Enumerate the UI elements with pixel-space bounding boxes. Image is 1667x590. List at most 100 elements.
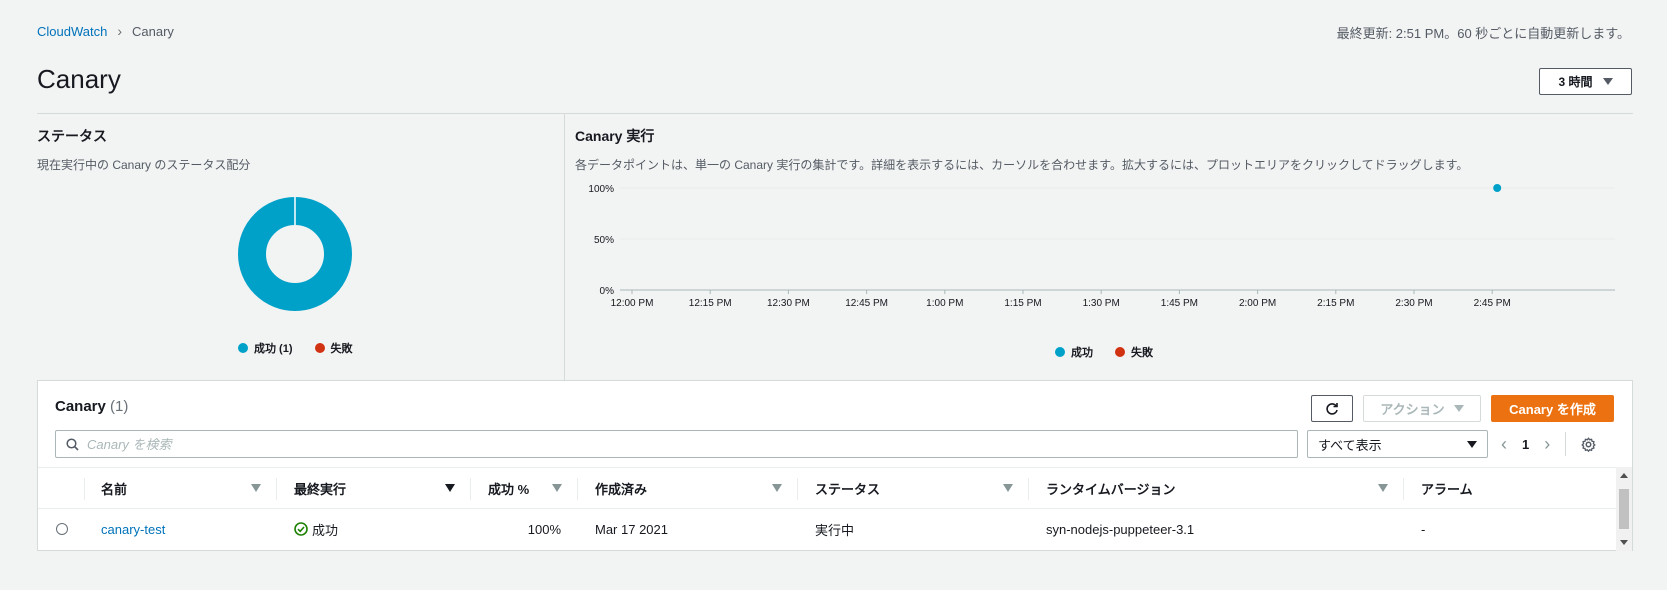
x-tick-label: 12:15 PM [689, 298, 732, 309]
data-point-成功 [1493, 184, 1502, 192]
legend-label: 失敗 [330, 343, 353, 355]
page-title: Canary [37, 64, 121, 94]
divider [1565, 432, 1567, 456]
refresh-button[interactable] [1311, 395, 1353, 422]
table-title: Canary (1) [55, 398, 128, 415]
column-header-status[interactable]: ステータス [798, 468, 1029, 508]
legend-item-success[interactable]: 成功 [1055, 344, 1093, 360]
x-tick-label: 2:45 PM [1474, 298, 1511, 309]
canary-runs-panel: Canary 実行 各データポイントは、単一の Canary 実行の集計です。詳… [575, 114, 1633, 380]
legend-item-failed[interactable]: 失敗 [1115, 344, 1153, 360]
column-label: ステータス [815, 481, 881, 497]
actions-dropdown[interactable]: アクション [1363, 395, 1481, 422]
breadcrumb: CloudWatch › Canary [37, 23, 174, 39]
column-label: 名前 [101, 481, 128, 497]
page-number[interactable]: 1 [1522, 437, 1529, 452]
table-title-text: Canary [55, 398, 106, 415]
y-tick-label: 50% [594, 235, 614, 246]
alarm-text: - [1421, 521, 1426, 537]
table-header: 名前 最終実行 成功 % 作成済み ステータス ランタイムバージョン アラーム [38, 467, 1617, 509]
column-label: ランタイムバージョン [1046, 481, 1176, 497]
y-tick-label: 100% [588, 184, 614, 195]
row-radio-button[interactable] [55, 523, 68, 535]
column-header-name[interactable]: 名前 [85, 468, 277, 508]
canary-table-panel: Canary (1) アクション Canary を作成 すべて表示 ‹ 1 › [37, 380, 1633, 551]
scrollbar-thumb[interactable] [1619, 489, 1629, 529]
last-updated-text: 最終更新: 2:51 PM。60 秒ごとに自動更新します。 [1336, 26, 1630, 41]
x-tick-label: 2:30 PM [1395, 298, 1432, 309]
x-tick-label: 2:00 PM [1239, 298, 1276, 309]
success-check-icon [294, 522, 308, 536]
filter-value: すべて表示 [1318, 437, 1382, 453]
time-range-dropdown[interactable]: 3 時間 [1539, 68, 1632, 95]
y-tick-label: 0% [600, 286, 615, 297]
sort-icon [772, 484, 782, 492]
x-tick-label: 12:30 PM [767, 298, 810, 309]
runs-panel-title: Canary 実行 [575, 128, 655, 144]
status-donut-chart[interactable] [235, 194, 355, 314]
status-panel: ステータス 現在実行中の Canary のステータス配分 成功 (1) 失敗 [37, 114, 565, 380]
status-text: 実行中 [815, 522, 855, 538]
success-pct-text: 100% [527, 521, 561, 537]
x-tick-label: 2:15 PM [1317, 298, 1354, 309]
breadcrumb-current: Canary [132, 23, 174, 39]
canary-name-link[interactable]: canary-test [101, 522, 165, 537]
scroll-up-icon[interactable] [1620, 473, 1628, 478]
time-range-label: 3 時間 [1558, 75, 1593, 89]
x-tick-label: 12:00 PM [611, 298, 654, 309]
search-box [55, 430, 1298, 458]
column-label: 最終実行 [294, 481, 347, 497]
column-header-last-run[interactable]: 最終実行 [277, 468, 471, 508]
created-cell: Mar 17 2021 [578, 509, 798, 549]
x-tick-label: 1:00 PM [926, 298, 963, 309]
filter-select[interactable]: すべて表示 [1307, 430, 1488, 458]
breadcrumb-cloudwatch-link[interactable]: CloudWatch [37, 24, 107, 39]
column-header-alarm[interactable]: アラーム [1404, 468, 1617, 508]
gear-icon[interactable] [1581, 436, 1596, 452]
status-cell: 実行中 [798, 509, 1029, 549]
x-tick-label: 1:45 PM [1161, 298, 1198, 309]
search-input[interactable] [87, 436, 1267, 452]
name-cell: canary-test [85, 509, 277, 549]
column-label: アラーム [1421, 481, 1473, 497]
runs-legend: 成功 失敗 [1055, 344, 1153, 360]
create-canary-button[interactable]: Canary を作成 [1491, 395, 1614, 422]
prev-page-icon[interactable]: ‹ [1501, 434, 1507, 455]
failed-dot-icon [314, 343, 325, 353]
column-label: 作成済み [595, 481, 648, 497]
column-header-success-pct[interactable]: 成功 % [471, 468, 578, 508]
success-pct-cell: 100% [471, 509, 578, 549]
caret-down-icon [1602, 78, 1613, 85]
caret-down-icon [1453, 405, 1464, 412]
sort-icon [552, 484, 562, 492]
column-header-runtime[interactable]: ランタイムバージョン [1029, 468, 1404, 508]
refresh-icon [1326, 402, 1338, 415]
table-row[interactable]: canary-test 成功 100% Mar 17 2021 実行中 syn-… [38, 509, 1617, 549]
status-legend: 成功 (1) 失敗 [238, 340, 353, 356]
column-header-created[interactable]: 作成済み [578, 468, 798, 508]
column-label: 成功 % [488, 481, 530, 497]
success-dot-icon [1055, 347, 1065, 357]
last-run-cell: 成功 [277, 509, 471, 549]
status-panel-title: ステータス [37, 128, 107, 144]
row-select-cell [38, 509, 85, 549]
legend-label: 成功 [1071, 347, 1093, 359]
legend-item-failed[interactable]: 失敗 [314, 340, 353, 356]
next-page-icon[interactable]: › [1544, 434, 1550, 455]
success-dot-icon [238, 343, 248, 353]
chevron-right-icon: › [117, 23, 122, 39]
failed-dot-icon [1115, 347, 1125, 357]
caret-down-icon [1467, 440, 1477, 448]
scroll-down-icon[interactable] [1620, 540, 1628, 545]
canary-runs-chart[interactable]: 100% 50% 0%12:00 PM 12:15 PM 12:30 PM 12:45 P… [575, 184, 1633, 314]
search-icon [66, 437, 79, 451]
legend-label: 失敗 [1131, 347, 1153, 359]
sort-icon [1003, 484, 1013, 492]
status-panel-description: 現在実行中の Canary のステータス配分 [37, 158, 251, 172]
sort-descending-icon [445, 484, 455, 492]
table-count: (1) [110, 398, 129, 415]
table-scrollbar[interactable] [1616, 467, 1632, 551]
x-tick-label: 1:15 PM [1004, 298, 1041, 309]
legend-item-success[interactable]: 成功 (1) [238, 340, 293, 356]
x-tick-label: 12:45 PM [845, 298, 888, 309]
